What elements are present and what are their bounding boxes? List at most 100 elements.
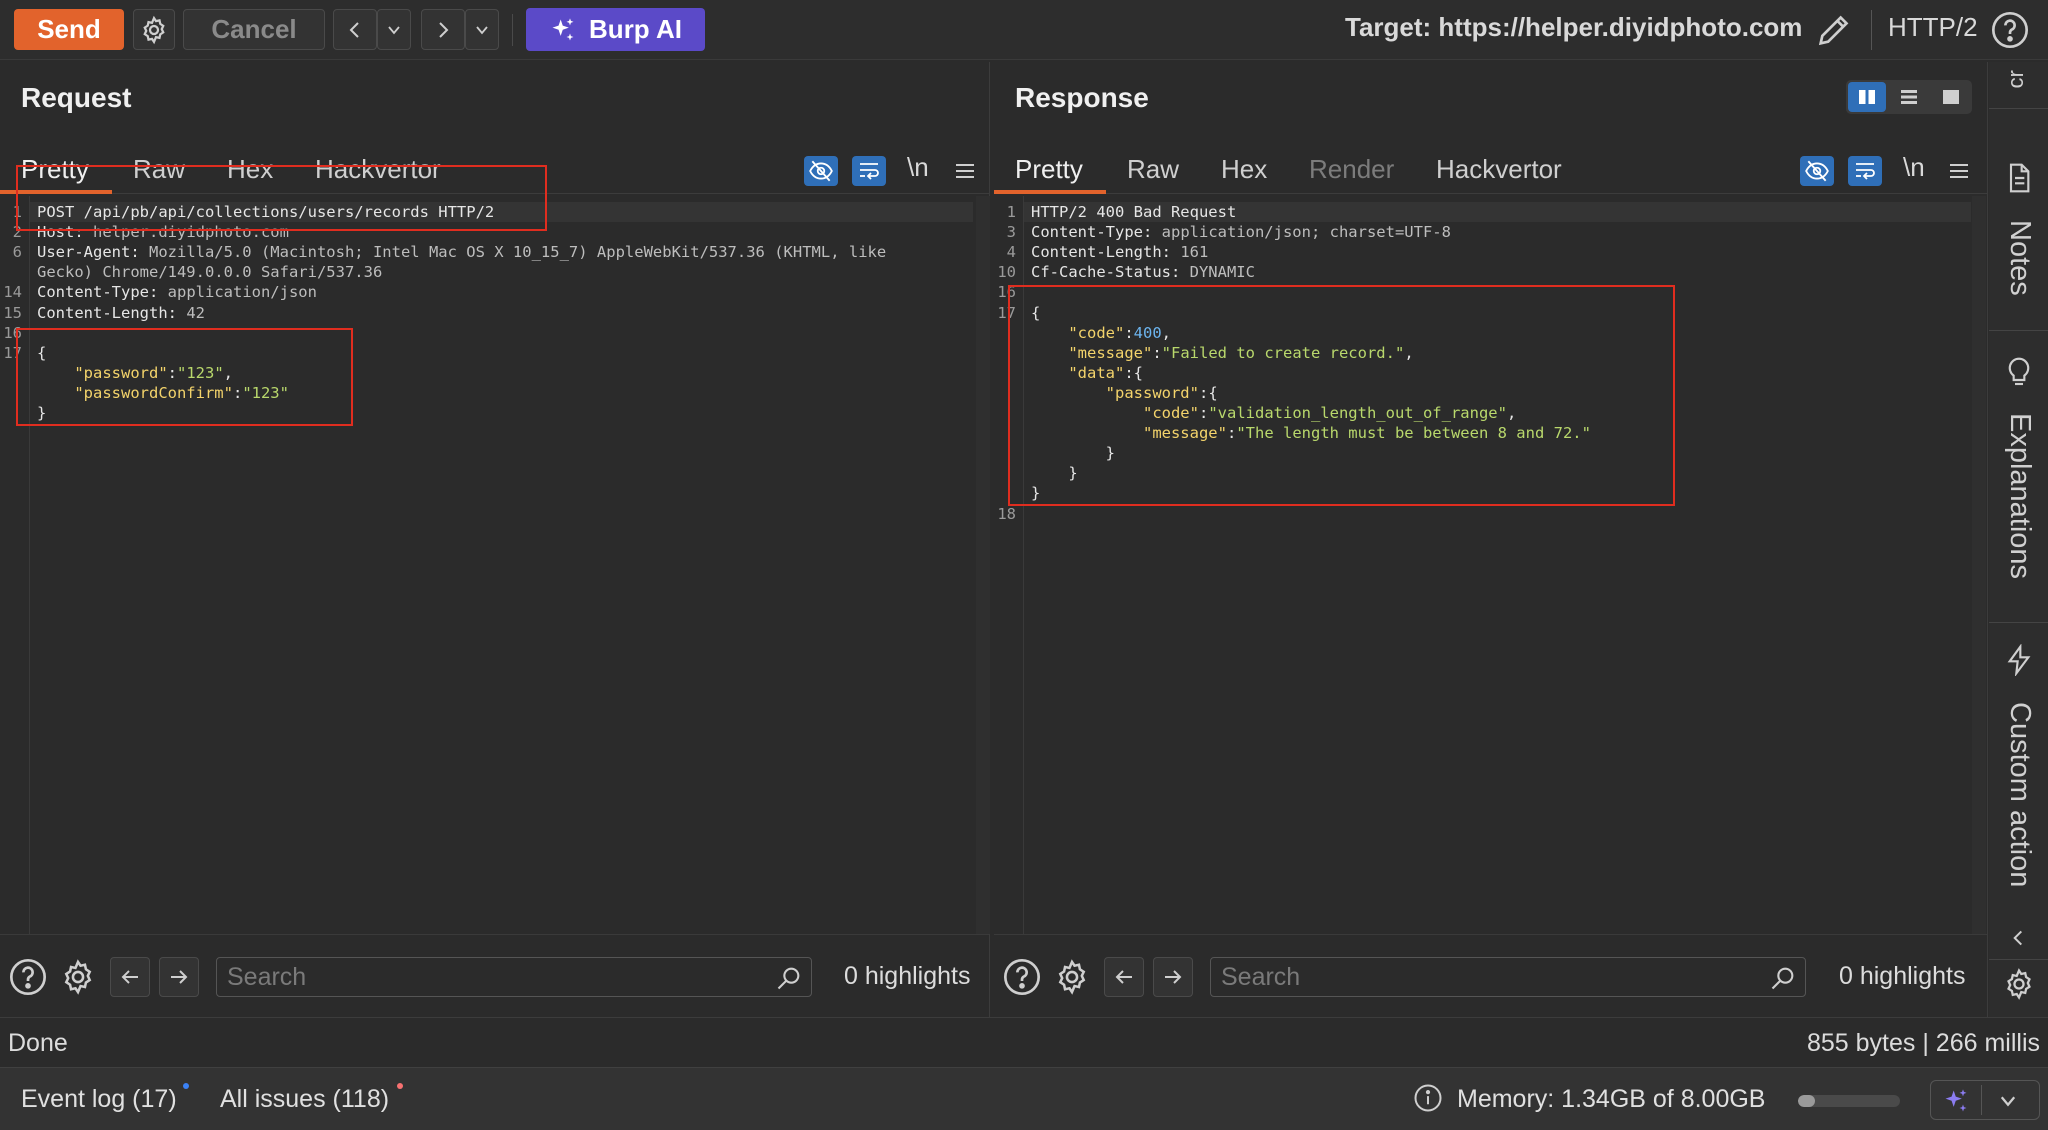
memory-usage: Memory: 1.34GB of 8.00GB [1457,1085,1766,1113]
back-button[interactable] [333,9,377,50]
gear-icon [143,15,165,44]
help-button[interactable] [1990,10,2030,50]
event-log-dot [183,1083,189,1089]
request-menu-button[interactable] [948,156,982,186]
hide-nonprintable-toggle[interactable] [804,156,838,186]
search-help-button[interactable] [8,957,48,997]
cancel-button[interactable]: Cancel [183,9,325,50]
memory-bar [1798,1095,1900,1107]
forward-history-dropdown[interactable] [465,9,499,50]
tab-hex[interactable]: Hex [1221,154,1267,185]
event-log-link[interactable]: Event log (17) [21,1085,177,1114]
request-scrollbar[interactable] [976,196,990,934]
arrow-left-icon [121,970,138,984]
layout-stacked-button[interactable] [1890,82,1928,112]
gear-icon [64,959,92,995]
line-content: Content-Length: 42 [37,303,205,323]
search-help-button[interactable] [1002,957,1042,997]
back-history-dropdown[interactable] [377,9,411,50]
gear-icon [1058,959,1086,995]
newline-toggle[interactable]: \n [907,152,929,183]
line-content: Cf-Cache-Status: DYNAMIC [1031,262,1255,282]
request-editor[interactable]: 1 POST /api/pb/api/collections/users/reco… [0,196,990,934]
status-text: Done [8,1029,68,1057]
chevron-right-icon [439,21,449,38]
wrap-icon [860,163,879,180]
search-settings-button[interactable] [1052,957,1092,997]
line-number: 10 [997,263,1016,282]
word-wrap-toggle[interactable] [1848,156,1882,186]
active-tab-indicator [994,190,1106,194]
forward-button[interactable] [421,9,465,50]
highlight-box-response-body [1008,285,1675,506]
response-stats: 855 bytes | 266 millis [1807,1029,2040,1057]
help-icon [1992,12,2028,48]
highlights-count: 0 highlights [1839,962,1966,990]
arrow-right-icon [1165,970,1182,984]
header-value: 42 [176,303,205,322]
arrow-left-icon [1115,970,1132,984]
edit-target-button[interactable] [1814,10,1854,50]
side-top-label[interactable]: ɹɔ [2005,70,2031,88]
help-icon [10,959,46,995]
info-icon [1414,1084,1442,1112]
layout-tabs-button[interactable] [1932,82,1970,112]
line-number: 15 [3,303,22,322]
wrap-icon [1856,163,1875,180]
previous-match-button[interactable] [1104,957,1144,997]
issues-dot [397,1083,403,1089]
send-settings-button[interactable] [133,9,175,50]
pencil-icon [1818,15,1849,46]
next-match-button[interactable] [159,957,199,997]
response-tabs: Pretty Raw Hex Render Hackvertor \n [994,142,1987,194]
header-name: Content-Type: [37,283,159,302]
single-pane-icon [1943,90,1959,104]
tab-hackvertor[interactable]: Hackvertor [1436,154,1562,185]
tab-raw[interactable]: Raw [1127,154,1179,185]
ai-divider [1981,1085,1982,1115]
gear-icon[interactable] [2002,967,2036,1001]
chevron-down-icon [476,25,488,34]
newline-toggle[interactable]: \n [1903,152,1925,183]
line-number: 14 [3,283,22,302]
burp-ai-button[interactable]: Burp AI [526,8,705,51]
request-title: Request [21,82,132,113]
lightbulb-icon [2008,357,2030,386]
target-label: Target: https://helper.diyidphoto.com [1345,12,1803,42]
response-scrollbar[interactable] [1972,196,1986,934]
side-tab-notes[interactable]: Notes [2003,220,2036,296]
send-button[interactable]: Send [14,9,124,50]
hide-nonprintable-toggle[interactable] [1800,156,1834,186]
inspector-side-strip: ɹɔ Notes Explanations Custom action [1989,62,2048,1017]
side-tab-custom-action[interactable]: Custom action [2003,702,2036,887]
help-icon [1004,959,1040,995]
header-value: application/json; charset=UTF-8 [1152,223,1451,242]
request-search-box [216,957,812,997]
all-issues-link[interactable]: All issues (118) [220,1085,389,1114]
layout-side-by-side-button[interactable] [1848,82,1886,112]
header-value: application/json [158,283,317,302]
line-number: 1 [1006,203,1016,221]
line-content: User-Agent: Mozilla/5.0 (Macintosh; Inte… [37,242,886,262]
hamburger-icon [1950,164,1968,178]
protocol-selector[interactable]: HTTP/2 [1888,12,1978,43]
next-match-button[interactable] [1153,957,1193,997]
side-tab-explanations[interactable]: Explanations [2003,413,2036,579]
line-number: 18 [997,504,1016,523]
word-wrap-toggle[interactable] [852,156,886,186]
tab-pretty[interactable]: Pretty [1015,154,1083,185]
side-divider [1989,622,2048,623]
collapse-left-icon[interactable] [2007,927,2029,949]
search-input[interactable] [1221,962,1697,992]
search-settings-button[interactable] [58,957,98,997]
layout-switcher [1846,80,1972,114]
previous-match-button[interactable] [110,957,150,997]
eye-slash-icon [1805,160,1829,182]
header-name: Content-Length: [1031,243,1171,262]
response-menu-button[interactable] [1942,156,1976,186]
arrow-right-icon [171,970,188,984]
ai-assistant-menu[interactable] [1930,1080,2040,1120]
search-input[interactable] [227,962,703,992]
header-value: Mozilla/5.0 (Macintosh; Intel Mac OS X 1… [139,243,887,262]
tab-render[interactable]: Render [1309,154,1394,185]
